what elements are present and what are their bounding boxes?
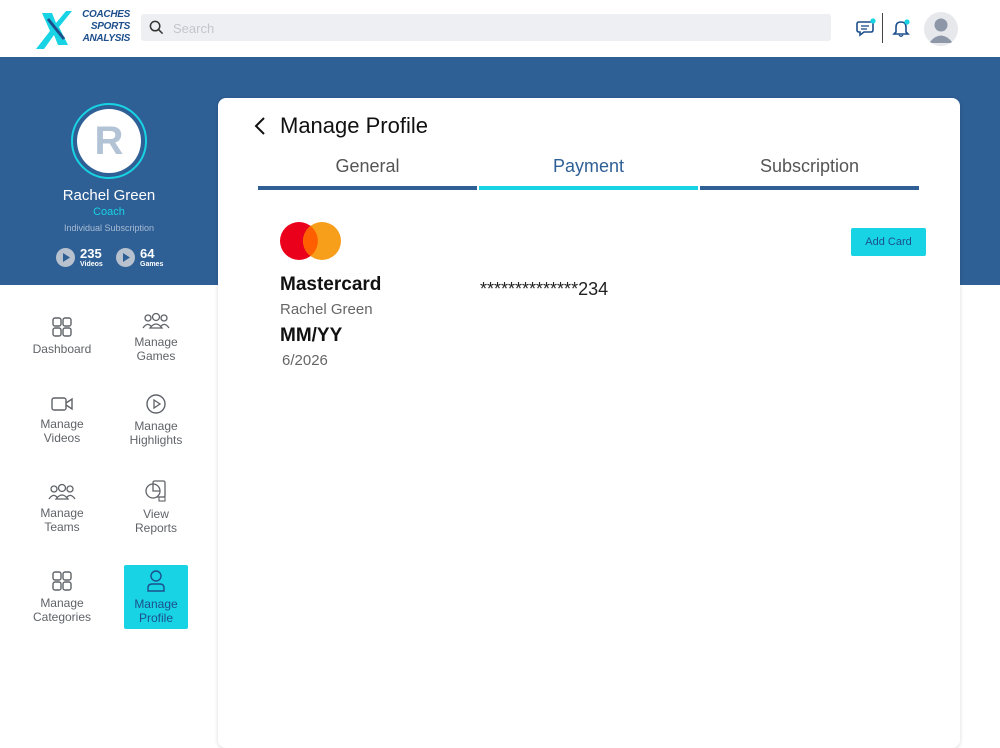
- user-icon: [147, 570, 165, 592]
- tab-label: General: [335, 156, 400, 176]
- user-avatar[interactable]: [924, 12, 958, 46]
- nav-label: Manage Categories: [32, 596, 92, 624]
- nav-label: Manage Teams: [40, 506, 84, 534]
- stat-value: 235: [80, 246, 102, 261]
- chat-icon[interactable]: [856, 18, 876, 38]
- play-icon: [56, 248, 75, 267]
- play-circle-icon: [146, 394, 166, 414]
- bell-icon[interactable]: [891, 18, 911, 38]
- tab-label: Payment: [552, 156, 625, 176]
- profile-role: Coach: [93, 206, 125, 218]
- profile-plan: Individual Subscription: [63, 223, 155, 233]
- user-avatar-icon: [929, 18, 953, 43]
- profile-name: Rachel Green: [62, 187, 156, 204]
- tab-underline: [258, 186, 477, 190]
- nav-label: View Reports: [134, 507, 178, 535]
- expiry-label: MM/YY: [280, 325, 343, 346]
- nav-manage-profile[interactable]: Manage Profile: [124, 565, 188, 629]
- top-bar: COACHES SPORTS ANALYSIS: [0, 0, 1000, 57]
- group-icon: [142, 312, 170, 329]
- nav-label: Dashboard: [32, 342, 92, 356]
- video-icon: [51, 397, 73, 411]
- tab-general[interactable]: General: [258, 156, 477, 190]
- search-bar[interactable]: [141, 14, 831, 41]
- tab-subscription[interactable]: Subscription: [700, 156, 919, 190]
- tab-payment[interactable]: Payment: [479, 156, 698, 190]
- grid-icon: [52, 571, 72, 591]
- nav-label: Manage Videos: [40, 417, 84, 445]
- back-arrow-icon[interactable]: [252, 116, 268, 136]
- search-input[interactable]: [173, 18, 813, 38]
- nav-label: Manage Profile: [134, 597, 178, 625]
- profile-initial: R: [94, 118, 124, 163]
- tab-underline: [479, 186, 698, 190]
- stat-label: Games: [140, 261, 164, 268]
- nav-manage-games[interactable]: Manage Games: [124, 311, 188, 375]
- add-card-button[interactable]: Add Card: [851, 228, 926, 256]
- mastercard-logo-icon: [280, 222, 341, 260]
- card-holder-name: Rachel Green: [280, 301, 373, 318]
- search-icon: [149, 20, 164, 35]
- app-logo[interactable]: COACHES SPORTS ANALYSIS: [34, 9, 130, 53]
- nav-manage-teams[interactable]: Manage Teams: [30, 482, 94, 546]
- nav-dashboard[interactable]: Dashboard: [30, 316, 94, 380]
- nav-label: Manage Games: [134, 335, 178, 363]
- profile-avatar: R: [71, 103, 147, 179]
- tab-label: Subscription: [759, 156, 860, 176]
- tab-underline: [700, 186, 919, 190]
- nav-view-reports[interactable]: View Reports: [124, 479, 188, 543]
- page-title: Manage Profile: [280, 113, 428, 138]
- nav-label: Manage Highlights: [129, 419, 183, 447]
- card-brand: Mastercard: [280, 274, 382, 295]
- logo-text: COACHES SPORTS ANALYSIS: [82, 9, 130, 44]
- card-number-masked: **************234: [480, 279, 609, 299]
- logo-mark-icon: [36, 11, 72, 49]
- play-icon: [116, 248, 135, 267]
- report-icon: [145, 480, 166, 502]
- group-icon: [48, 483, 76, 500]
- stat-label: Videos: [80, 261, 103, 268]
- nav-manage-highlights[interactable]: Manage Highlights: [124, 393, 188, 457]
- manage-profile-card: Manage Profile General Payment Subscript…: [218, 98, 960, 748]
- topbar-divider: [882, 13, 883, 43]
- expiry-value: 6/2026: [282, 352, 328, 369]
- stat-value: 64: [140, 246, 155, 261]
- grid-icon: [52, 317, 72, 337]
- nav-manage-videos[interactable]: Manage Videos: [30, 395, 94, 459]
- nav-manage-categories[interactable]: Manage Categories: [30, 570, 94, 634]
